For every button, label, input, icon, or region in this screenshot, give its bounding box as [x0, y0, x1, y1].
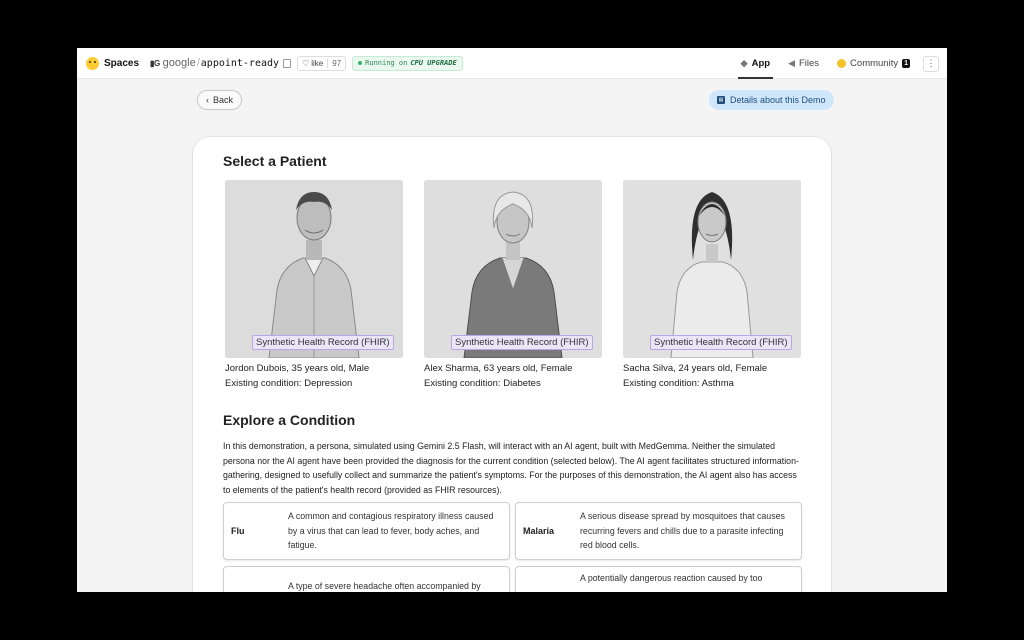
space-header: Spaces ▮G google / appoint-ready ♡ like 9… [77, 48, 947, 79]
fhir-tag: Synthetic Health Record (FHIR) [650, 335, 792, 350]
fhir-tag: Synthetic Health Record (FHIR) [451, 335, 593, 350]
condition-description: A type of severe headache often accompan… [288, 581, 481, 591]
heart-icon: ♡ [302, 58, 310, 68]
condition-description: A common and contagious respiratory illn… [288, 511, 494, 551]
patient-name: Sacha Silva, 24 years old, Female [623, 363, 768, 374]
details-label: Details about this Demo [730, 95, 826, 105]
hardware-label: CPU UPGRADE [410, 59, 457, 67]
copy-icon[interactable] [283, 58, 292, 68]
condition-name: Malaria [523, 526, 555, 536]
patient-card-jordon[interactable]: Synthetic Health Record (FHIR) Jordon Du… [225, 180, 403, 391]
repo-name[interactable]: appoint-ready [201, 58, 279, 69]
patient-name: Jordon Dubois, 35 years old, Male [225, 363, 370, 374]
patient-photo[interactable]: Synthetic Health Record (FHIR) [424, 180, 602, 358]
condition-description: A potentially dangerous reaction caused … [580, 573, 763, 583]
info-icon: ▤ [717, 96, 725, 104]
patient-portrait-young-woman [623, 180, 801, 358]
patient-portrait-older-woman [424, 180, 602, 358]
condition-description: A serious disease spread by mosquitoes t… [580, 511, 785, 551]
hugging-face-logo-icon[interactable] [86, 56, 99, 70]
main-card: Select a Patient Synthetic Health Record… [192, 136, 832, 592]
tab-community[interactable]: Community 1 [828, 48, 919, 79]
community-count-badge: 1 [902, 59, 910, 68]
tab-app-label: App [751, 58, 771, 69]
tab-app[interactable]: ◆ App [732, 48, 779, 79]
details-about-demo-button[interactable]: ▤ Details about this Demo [709, 90, 834, 110]
status-text: Running on [365, 59, 408, 67]
org-avatar-icon[interactable]: ▮G [150, 59, 160, 68]
path-separator: / [196, 57, 200, 69]
condition-card-malaria[interactable]: Malaria A serious disease spread by mosq… [515, 502, 802, 560]
tab-community-label: Community [850, 58, 899, 69]
like-label: like [311, 58, 324, 68]
tab-files[interactable]: ◀ Files [779, 48, 828, 79]
like-count: 97 [327, 58, 345, 68]
select-patient-heading: Select a Patient [223, 153, 327, 169]
condition-card-headache[interactable]: A type of severe headache often accompan… [223, 566, 510, 592]
patient-portrait-man [225, 180, 403, 358]
status-badge[interactable]: Running on CPU UPGRADE [352, 55, 463, 71]
patient-card-alex[interactable]: Synthetic Health Record (FHIR) Alex Shar… [424, 180, 602, 391]
patient-condition: Existing condition: Diabetes [424, 378, 541, 389]
chevron-left-icon: ‹ [206, 95, 209, 105]
files-icon: ◀ [788, 58, 795, 68]
tab-files-label: Files [798, 58, 820, 69]
more-icon: ⋮ [926, 58, 936, 68]
patient-name: Alex Sharma, 63 years old, Female [424, 363, 573, 374]
spaces-link[interactable]: Spaces [104, 58, 139, 69]
condition-card-flu[interactable]: Flu A common and contagious respiratory … [223, 502, 510, 560]
browser-viewport: Spaces ▮G google / appoint-ready ♡ like 9… [77, 48, 947, 592]
fhir-tag: Synthetic Health Record (FHIR) [252, 335, 394, 350]
patient-card-sacha[interactable]: Synthetic Health Record (FHIR) Sacha Sil… [623, 180, 801, 391]
demo-description: In this demonstration, a persona, simula… [223, 441, 799, 495]
space-tabs: ◆ App ◀ Files Community 1 ⋮ [732, 48, 947, 79]
patient-condition: Existing condition: Depression [225, 378, 353, 389]
more-options-button[interactable]: ⋮ [923, 55, 939, 72]
org-link[interactable]: google [163, 57, 196, 69]
explore-condition-heading: Explore a Condition [223, 412, 356, 428]
back-label: Back [213, 95, 234, 105]
patient-condition: Existing condition: Asthma [623, 378, 734, 389]
patient-photo[interactable]: Synthetic Health Record (FHIR) [225, 180, 403, 358]
back-button[interactable]: ‹ Back [197, 90, 243, 110]
community-icon [837, 59, 847, 68]
patient-photo[interactable]: Synthetic Health Record (FHIR) [623, 180, 801, 358]
condition-card-reaction[interactable]: A potentially dangerous reaction caused … [515, 566, 802, 592]
like-button[interactable]: ♡ like 97 [297, 55, 347, 71]
condition-name: Flu [231, 526, 245, 536]
app-icon: ◆ [740, 58, 748, 68]
running-dot-icon [358, 61, 363, 65]
